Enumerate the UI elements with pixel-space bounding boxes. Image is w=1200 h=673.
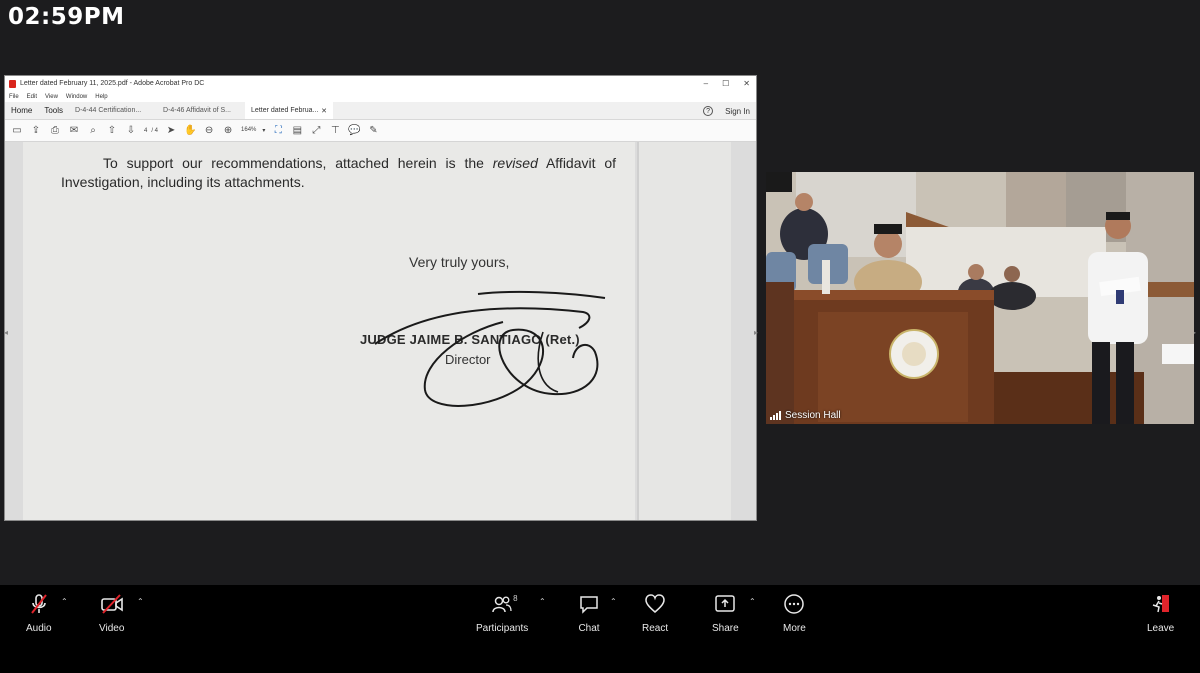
participants-button[interactable]: 8 Participants xyxy=(476,593,528,634)
zoom-in-icon[interactable]: ⊕ xyxy=(222,125,234,136)
document-viewer[interactable]: To support our recommendations, attached… xyxy=(5,142,756,520)
doc-tab-label: Letter dated Februa... xyxy=(251,107,319,114)
share-caret-icon[interactable]: ⌃ xyxy=(749,597,756,606)
stamp-icon[interactable]: ⊤ xyxy=(329,125,341,136)
window-titlebar: Letter dated February 11, 2025.pdf - Ado… xyxy=(5,76,756,91)
more-icon xyxy=(784,594,805,614)
tab-bar: Home Tools D-4-44 Certification... D-4-4… xyxy=(5,102,756,120)
menu-window[interactable]: Window xyxy=(66,94,87,100)
minimize-icon[interactable]: – xyxy=(704,79,708,88)
page-indicator[interactable]: 4 / 4 xyxy=(144,128,158,134)
hand-tool-icon[interactable]: ✋ xyxy=(184,125,196,136)
email-icon[interactable]: ✉ xyxy=(68,125,80,136)
tab-tools[interactable]: Tools xyxy=(38,102,69,119)
leave-button[interactable]: Leave xyxy=(1147,593,1174,634)
menu-file[interactable]: File xyxy=(9,94,19,100)
doc-tab-certification[interactable]: D-4-44 Certification... xyxy=(69,102,157,119)
heart-icon xyxy=(645,594,665,613)
paragraph-text: To support our recommendations, attached… xyxy=(103,155,493,171)
react-label: React xyxy=(642,623,669,634)
page-total: / 4 xyxy=(151,127,159,134)
participants-label: Participants xyxy=(476,623,529,634)
page-up-icon[interactable]: ⇧ xyxy=(106,125,118,136)
camera-off-icon xyxy=(100,594,123,614)
pen-icon[interactable]: ✎ xyxy=(367,125,379,136)
window-title: Letter dated February 11, 2025.pdf - Ado… xyxy=(20,80,205,87)
pdf-page: To support our recommendations, attached… xyxy=(23,142,635,520)
doc-tab-affidavit[interactable]: D-4-46 Affidavit of S... xyxy=(157,102,245,119)
doc-tab-label: D-4-44 Certification... xyxy=(75,107,142,114)
microphone-muted-icon xyxy=(30,594,47,614)
chat-icon xyxy=(580,596,598,614)
session-hall-video[interactable]: Session Hall xyxy=(766,172,1194,424)
chat-button[interactable]: Chat xyxy=(578,593,600,634)
select-cursor-icon[interactable]: ➤ xyxy=(165,125,177,136)
audio-button[interactable]: Audio xyxy=(26,593,52,634)
doc-tab-label: D-4-46 Affidavit of S... xyxy=(163,107,231,114)
menu-bar: File Edit View Window Help xyxy=(5,91,756,102)
divider-arrow-icon: ▸ xyxy=(754,328,759,337)
zoom-select[interactable]: 164% ▾ xyxy=(241,127,265,134)
left-edge-arrow-icon: ◂ xyxy=(4,328,9,337)
paragraph-italic: revised xyxy=(492,155,538,171)
chat-caret-icon[interactable]: ⌃ xyxy=(610,597,617,606)
zoom-value: 164% xyxy=(241,127,257,133)
more-label: More xyxy=(783,623,806,634)
participants-caret-icon[interactable]: ⌃ xyxy=(539,597,546,606)
react-button[interactable]: React xyxy=(642,593,668,634)
acrobat-window: Letter dated February 11, 2025.pdf - Ado… xyxy=(4,75,757,521)
pdf-icon xyxy=(9,79,16,88)
doc-tab-letter[interactable]: Letter dated Februa... ✕ xyxy=(245,102,334,119)
page-down-icon[interactable]: ⇩ xyxy=(125,125,137,136)
video-frame-image xyxy=(766,172,1194,424)
participants-icon xyxy=(492,596,512,613)
video-name-tag: Session Hall xyxy=(770,410,841,421)
more-button[interactable]: More xyxy=(783,593,806,634)
print-icon[interactable]: ⎙ xyxy=(49,125,61,136)
clock: 02:59PM xyxy=(8,4,125,30)
search-icon[interactable]: ⌕ xyxy=(87,125,99,136)
tab-home[interactable]: Home xyxy=(5,102,38,119)
signal-strength-icon xyxy=(770,411,781,420)
close-icon[interactable]: ✕ xyxy=(743,79,750,88)
audio-label: Audio xyxy=(26,623,52,634)
menu-view[interactable]: View xyxy=(45,94,58,100)
handwritten-signature xyxy=(374,290,606,407)
help-icon[interactable]: ? xyxy=(703,106,714,116)
upload-icon[interactable]: ⇪ xyxy=(30,125,42,136)
zoom-out-icon[interactable]: ⊖ xyxy=(203,125,215,136)
leave-label: Leave xyxy=(1147,623,1175,634)
full-screen-icon[interactable]: ⤢ xyxy=(310,125,322,136)
video-label: Session Hall xyxy=(785,410,841,421)
document-paragraph: To support our recommendations, attached… xyxy=(61,154,616,192)
meeting-control-bar: Audio ⌃ Video ⌃ 8 Participants ⌃ Chat ⌃ … xyxy=(0,585,1200,673)
video-label-text: Video xyxy=(99,623,125,634)
save-icon[interactable]: ▭ xyxy=(11,125,23,136)
menu-help[interactable]: Help xyxy=(95,94,107,100)
participant-count: 8 xyxy=(513,594,518,603)
scroll-mode-icon[interactable]: ▤ xyxy=(291,125,303,136)
share-button[interactable]: Share xyxy=(712,593,739,634)
leave-door-icon xyxy=(1152,595,1169,613)
comment-icon[interactable]: 💬 xyxy=(348,125,360,136)
acrobat-toolbar: ▭ ⇪ ⎙ ✉ ⌕ ⇧ ⇩ 4 / 4 ➤ ✋ ⊖ ⊕ 164% ▾ ⛶ ▤ ⤢… xyxy=(5,120,756,142)
audio-options-caret-icon[interactable]: ⌃ xyxy=(61,597,68,606)
chevron-down-icon: ▾ xyxy=(262,128,266,134)
sign-in-button[interactable]: Sign In xyxy=(725,107,750,116)
adjacent-page xyxy=(637,142,731,520)
page-current[interactable]: 4 xyxy=(144,128,147,134)
video-button[interactable]: Video xyxy=(99,593,124,634)
chat-label: Chat xyxy=(578,623,600,634)
tab-close-icon[interactable]: ✕ xyxy=(321,107,327,115)
maximize-icon[interactable]: ☐ xyxy=(722,79,729,88)
menu-edit[interactable]: Edit xyxy=(27,94,37,100)
closing-line: Very truly yours, xyxy=(409,254,510,270)
fit-page-icon[interactable]: ⛶ xyxy=(272,125,284,136)
share-label: Share xyxy=(712,623,739,634)
video-options-caret-icon[interactable]: ⌃ xyxy=(137,597,144,606)
share-screen-icon xyxy=(715,595,736,612)
